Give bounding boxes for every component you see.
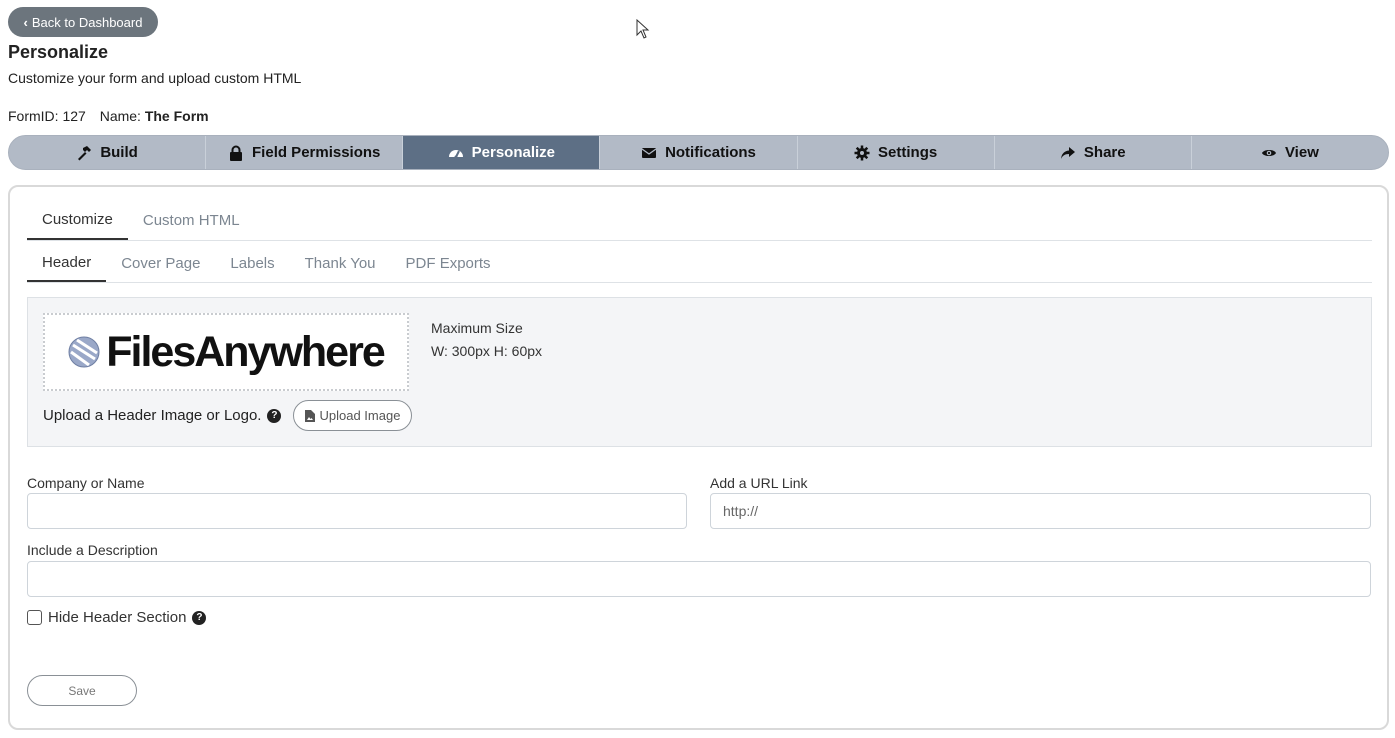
tab-header[interactable]: Header [27, 244, 107, 282]
tab-cover-page[interactable]: Cover Page [106, 244, 215, 282]
hide-header-row: Hide Header Section ? [27, 609, 207, 626]
back-button-label: Back to Dashboard [31, 14, 143, 30]
tab-thank-you[interactable]: Thank You [290, 244, 391, 282]
form-name-label: Name: [99, 108, 141, 124]
dashboard-icon [448, 149, 463, 158]
tab-field-permissions[interactable]: Field Permissions [206, 136, 404, 169]
tab-build-label: Build [100, 144, 138, 161]
tab-personalize[interactable]: Personalize [403, 136, 601, 169]
eye-icon [1261, 149, 1276, 156]
tab-labels[interactable]: Labels [215, 244, 289, 282]
mouse-cursor-icon [636, 19, 650, 39]
tab-pdf-exports[interactable]: PDF Exports [391, 244, 506, 282]
url-input[interactable]: http:// [710, 493, 1371, 529]
form-name-value: The Form [144, 108, 209, 124]
tab-notifications[interactable]: Notifications [600, 136, 798, 169]
chevron-left-icon: ‹ [23, 14, 28, 30]
share-icon [1060, 146, 1075, 159]
upload-row: Upload a Header Image or Logo. ? Upload … [43, 400, 413, 431]
lock-icon [230, 145, 243, 161]
tab-share[interactable]: Share [995, 136, 1192, 169]
max-size-info: Maximum Size W: 300px H: 60px [431, 317, 542, 363]
gear-icon [854, 145, 870, 160]
tab-settings-label: Settings [878, 144, 938, 161]
hide-header-label: Hide Header Section [48, 609, 187, 626]
customize-tab-bar: Customize Custom HTML [27, 201, 1372, 241]
company-input[interactable] [27, 493, 687, 529]
form-id-value: 127 [62, 108, 86, 124]
max-size-value: W: 300px H: 60px [431, 343, 543, 359]
file-image-icon [305, 409, 316, 422]
form-meta: FormID: 127 Name: The Form [8, 108, 209, 124]
page-title: Personalize [8, 42, 109, 62]
tab-notifications-label: Notifications [665, 144, 756, 161]
tab-share-label: Share [1083, 144, 1126, 161]
header-image-section: FilesAnywhere Maximum Size W: 300px H: 6… [27, 297, 1372, 447]
envelope-icon [641, 147, 657, 158]
logo-globe-icon [68, 336, 100, 368]
page-subtitle: Customize your form and upload custom HT… [8, 70, 302, 86]
hide-header-checkbox[interactable] [27, 610, 42, 625]
tab-custom-html[interactable]: Custom HTML [128, 201, 255, 240]
description-label: Include a Description [27, 542, 158, 558]
tab-settings[interactable]: Settings [798, 136, 995, 169]
upload-image-button[interactable]: Upload Image [293, 400, 413, 431]
form-id-label: FormID: [8, 108, 59, 124]
header-logo-text: FilesAnywhere [106, 327, 385, 376]
personalize-panel: Customize Custom HTML Header Cover Page … [8, 185, 1389, 730]
tab-build[interactable]: Build [9, 136, 207, 169]
help-icon[interactable]: ? [192, 610, 207, 625]
tab-field-permissions-label: Field Permissions [252, 144, 381, 161]
url-label: Add a URL Link [710, 475, 808, 491]
description-input[interactable] [27, 561, 1371, 597]
tab-customize[interactable]: Customize [27, 201, 128, 240]
section-tab-bar: Header Cover Page Labels Thank You PDF E… [27, 244, 1372, 283]
help-icon[interactable]: ? [267, 408, 282, 423]
back-to-dashboard-button[interactable]: ‹ Back to Dashboard [8, 7, 158, 37]
hammer-icon [78, 145, 92, 160]
tab-view[interactable]: View [1192, 136, 1388, 169]
main-tab-bar: Build Field Permissions Personalize Noti… [8, 135, 1389, 170]
save-button[interactable]: Save [27, 675, 137, 706]
upload-button-label: Upload Image [319, 408, 401, 423]
company-label: Company or Name [27, 475, 145, 491]
tab-view-label: View [1284, 144, 1319, 161]
max-size-title: Maximum Size [431, 320, 523, 336]
header-logo-preview[interactable]: FilesAnywhere [43, 313, 409, 391]
tab-personalize-label: Personalize [471, 144, 556, 161]
upload-prompt: Upload a Header Image or Logo. [43, 407, 262, 424]
